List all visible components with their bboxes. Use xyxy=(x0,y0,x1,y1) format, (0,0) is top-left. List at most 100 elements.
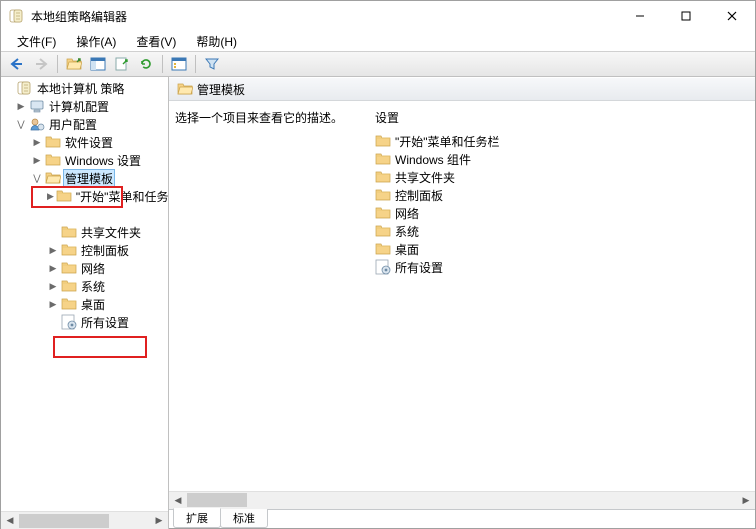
folder-icon xyxy=(375,187,391,203)
list-item-label: 系统 xyxy=(395,223,419,240)
tree-node-start-taskbar[interactable]: ▶ "开始"菜单和任务栏 xyxy=(1,187,168,205)
folder-icon xyxy=(375,241,391,257)
tree-node-label: 软件设置 xyxy=(63,134,115,151)
list-item-label: 桌面 xyxy=(395,241,419,258)
list-item-network[interactable]: 网络 xyxy=(375,204,749,222)
tab-standard[interactable]: 标准 xyxy=(220,509,268,528)
expand-icon[interactable]: ▶ xyxy=(47,264,59,273)
tree-node-network[interactable]: ▶ 网络 xyxy=(1,259,168,277)
folder-open-icon xyxy=(177,81,193,97)
tree-node-root[interactable]: ▶ 本地计算机 策略 xyxy=(1,79,168,97)
tree-node-shared-folders[interactable]: ▶ 共享文件夹 xyxy=(1,223,168,241)
tree-node-control-panel[interactable]: ▶ 控制面板 xyxy=(1,241,168,259)
gear-sheet-icon xyxy=(61,314,77,330)
scroll-thumb[interactable] xyxy=(187,493,247,507)
scroll-left-button[interactable]: ◀ xyxy=(169,492,187,508)
folder-icon xyxy=(375,133,391,149)
collapse-icon[interactable]: ⋁ xyxy=(15,120,27,129)
tree-node-user-config[interactable]: ⋁ 用户配置 xyxy=(1,115,168,133)
console-tree[interactable]: ▶ 本地计算机 策略 ▶ 计算机配置 ⋁ 用户配置 ▶ 软件设置 xyxy=(1,77,168,511)
forward-button[interactable] xyxy=(29,53,53,75)
expand-icon[interactable]: ▶ xyxy=(47,192,54,201)
tree-node-label: 计算机配置 xyxy=(47,98,111,115)
description-column: 选择一个项目来查看它的描述。 xyxy=(175,109,375,483)
close-button[interactable] xyxy=(709,1,755,31)
tree-node-windows-settings[interactable]: ▶ Windows 设置 xyxy=(1,151,168,169)
expand-icon[interactable]: ▶ xyxy=(47,282,59,291)
expand-icon[interactable]: ▶ xyxy=(47,246,59,255)
up-button[interactable] xyxy=(62,53,86,75)
gear-sheet-icon xyxy=(375,259,391,275)
folder-icon xyxy=(375,205,391,221)
tree-node-computer-config[interactable]: ▶ 计算机配置 xyxy=(1,97,168,115)
list-header: 设置 xyxy=(375,109,749,126)
list-item-windows-components[interactable]: Windows 组件 xyxy=(375,150,749,168)
expand-icon[interactable]: ▶ xyxy=(31,138,43,147)
list-item-desktop[interactable]: 桌面 xyxy=(375,240,749,258)
scroll-right-button[interactable]: ▶ xyxy=(150,513,168,529)
list-item-all-settings[interactable]: 所有设置 xyxy=(375,258,749,276)
tree-node-label: 本地计算机 策略 xyxy=(35,80,126,97)
tree-node-all-settings[interactable]: ▶ 所有设置 xyxy=(1,313,168,331)
list-item-label: 网络 xyxy=(395,205,419,222)
scroll-track[interactable] xyxy=(187,492,737,508)
refresh-button[interactable] xyxy=(134,53,158,75)
tree-node-label: 用户配置 xyxy=(47,116,99,133)
list-item-label: 共享文件夹 xyxy=(395,169,455,186)
folder-icon xyxy=(45,134,61,150)
scroll-left-button[interactable]: ◀ xyxy=(1,513,19,529)
folder-icon xyxy=(61,224,77,240)
content-header-title: 管理模板 xyxy=(197,81,245,98)
tree-node-desktop[interactable]: ▶ 桌面 xyxy=(1,295,168,313)
tree-node-software-settings[interactable]: ▶ 软件设置 xyxy=(1,133,168,151)
description-text: 选择一个项目来查看它的描述。 xyxy=(175,111,343,125)
list-item-system[interactable]: 系统 xyxy=(375,222,749,240)
list-item-control-panel[interactable]: 控制面板 xyxy=(375,186,749,204)
minimize-button[interactable] xyxy=(617,1,663,31)
tree-pane: ▶ 本地计算机 策略 ▶ 计算机配置 ⋁ 用户配置 ▶ 软件设置 xyxy=(1,77,169,529)
filter-button[interactable] xyxy=(200,53,224,75)
menu-file[interactable]: 文件(F) xyxy=(9,32,64,51)
scroll-right-button[interactable]: ▶ xyxy=(737,492,755,508)
tree-node-system[interactable]: ▶ 系统 xyxy=(1,277,168,295)
window-controls xyxy=(617,1,755,31)
computer-icon xyxy=(29,98,45,114)
folder-icon xyxy=(61,278,77,294)
folder-icon xyxy=(375,151,391,167)
expand-icon[interactable]: ▶ xyxy=(31,156,43,165)
content-header: 管理模板 xyxy=(169,77,755,101)
list-item-label: 控制面板 xyxy=(395,187,443,204)
tab-extended[interactable]: 扩展 xyxy=(173,508,221,528)
list-item-shared-folders[interactable]: 共享文件夹 xyxy=(375,168,749,186)
export-button[interactable] xyxy=(110,53,134,75)
toolbar-separator xyxy=(162,55,163,73)
content-horizontal-scrollbar[interactable]: ◀ ▶ xyxy=(169,491,755,509)
scroll-icon xyxy=(17,80,33,96)
settings-list: 设置 "开始"菜单和任务栏 Windows 组件 共享文件夹 控制面板 xyxy=(375,109,749,483)
tree-horizontal-scrollbar[interactable]: ◀ ▶ xyxy=(1,511,168,529)
properties-button[interactable] xyxy=(167,53,191,75)
collapse-icon[interactable]: ⋁ xyxy=(31,174,43,183)
tree-node-label: 系统 xyxy=(79,278,107,295)
scroll-track[interactable] xyxy=(19,513,150,529)
menu-action[interactable]: 操作(A) xyxy=(68,32,124,51)
list-item-start-taskbar[interactable]: "开始"菜单和任务栏 xyxy=(375,132,749,150)
tree-node-label: Windows 设置 xyxy=(63,152,143,169)
scroll-thumb[interactable] xyxy=(19,514,109,528)
content-body: 选择一个项目来查看它的描述。 设置 "开始"菜单和任务栏 Windows 组件 … xyxy=(169,101,755,491)
expand-icon[interactable]: ▶ xyxy=(47,300,59,309)
menu-help[interactable]: 帮助(H) xyxy=(188,32,245,51)
expand-icon[interactable]: ▶ xyxy=(15,102,27,111)
show-hide-tree-button[interactable] xyxy=(86,53,110,75)
maximize-button[interactable] xyxy=(663,1,709,31)
tree-node-label: 控制面板 xyxy=(79,242,131,259)
list-item-label: Windows 组件 xyxy=(395,151,471,168)
back-button[interactable] xyxy=(5,53,29,75)
tree-node-admin-templates[interactable]: ⋁ 管理模板 xyxy=(1,169,168,187)
tabs: 扩展 标准 xyxy=(169,509,755,529)
menubar: 文件(F) 操作(A) 查看(V) 帮助(H) xyxy=(1,31,755,51)
folder-icon xyxy=(375,223,391,239)
menu-view[interactable]: 查看(V) xyxy=(128,32,184,51)
folder-icon xyxy=(61,260,77,276)
folder-icon xyxy=(375,169,391,185)
